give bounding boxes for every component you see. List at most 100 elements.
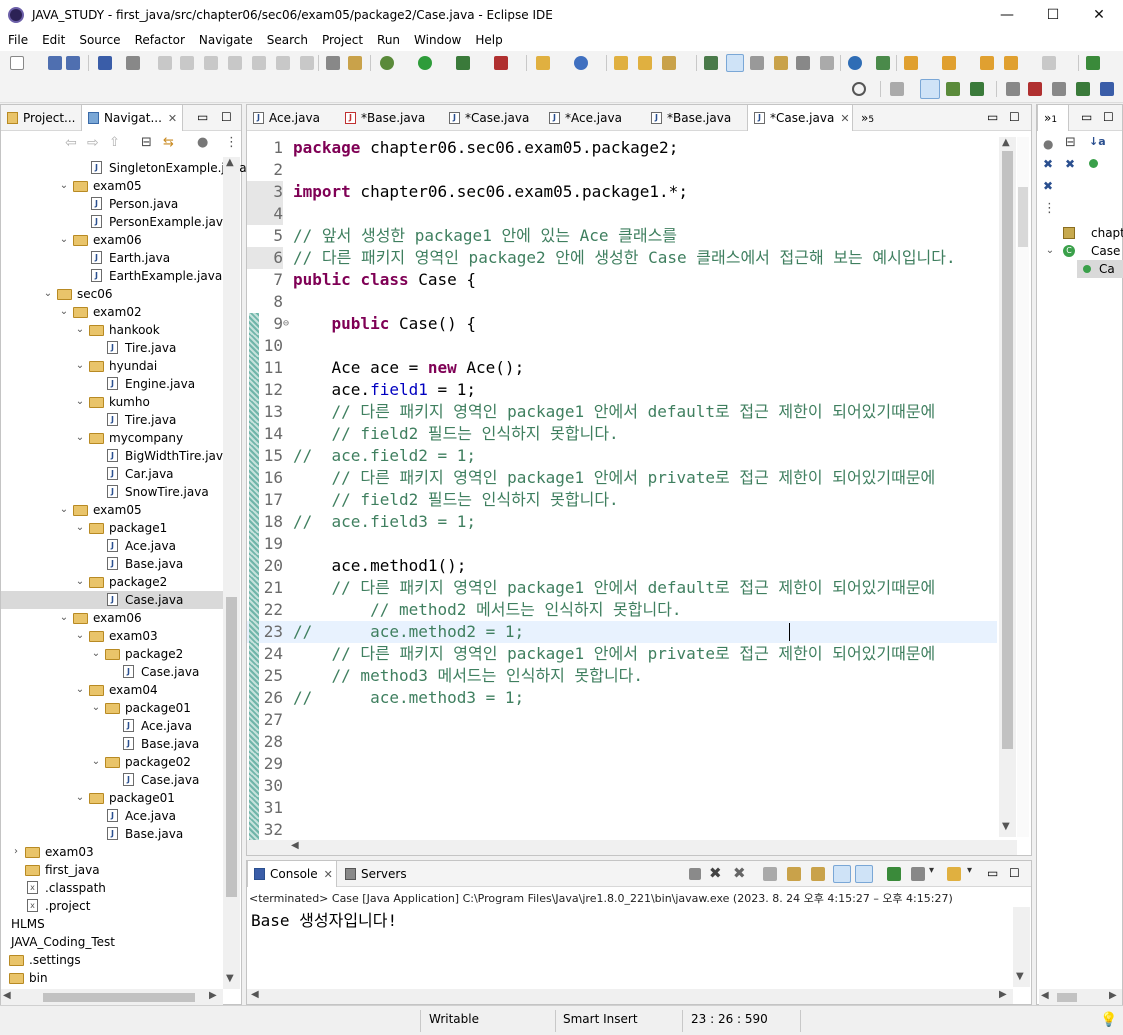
menu-run[interactable]: Run <box>369 31 406 47</box>
tab-navigator[interactable]: Navigat... ✕ <box>81 105 183 131</box>
task-list-icon[interactable] <box>1028 82 1042 96</box>
step-return-icon[interactable] <box>300 56 314 70</box>
maximize-view-icon[interactable]: ☐ <box>1009 866 1020 880</box>
code-line[interactable]: 4 <box>247 203 997 225</box>
tree-folder[interactable]: bin <box>1 969 223 987</box>
tree-folder[interactable]: ⌄ mycompany <box>1 429 223 447</box>
terminate-icon[interactable] <box>204 56 218 70</box>
block-selection-icon[interactable] <box>750 56 764 70</box>
close-icon[interactable]: ✕ <box>168 106 177 132</box>
tab-servers[interactable]: Servers <box>339 861 409 887</box>
up-icon[interactable]: ⇧ <box>109 135 120 150</box>
chevron-right-icon[interactable]: › <box>11 843 21 861</box>
outline-scroll-thumb[interactable] <box>1057 993 1077 1002</box>
tree-folder[interactable]: › exam03 <box>1 843 223 861</box>
maximize-view-icon[interactable]: ☐ <box>221 110 232 124</box>
toggle-mark-occurrences-icon[interactable] <box>704 56 718 70</box>
code-line[interactable]: 14 // field2 필드는 인식하지 못합니다. <box>247 423 997 445</box>
collapse-all-icon[interactable]: ⊟ <box>1065 135 1076 150</box>
editor-scroll-thumb[interactable] <box>1002 151 1013 749</box>
tree-folder[interactable]: ⌄ hankook <box>1 321 223 339</box>
tree-file[interactable]: J BigWidthTire.java <box>1 447 230 465</box>
scroll-left-icon[interactable]: ◀ <box>1041 990 1049 1001</box>
tree-file[interactable]: J Car.java <box>1 465 223 483</box>
skip-breakpoints-icon[interactable] <box>126 56 140 70</box>
search-icon[interactable] <box>662 56 676 70</box>
show-on-stdout-icon[interactable] <box>833 865 851 883</box>
scroll-left-icon[interactable]: ◀ <box>3 990 11 1001</box>
tree-folder[interactable]: ⌄ hyundai <box>1 357 223 375</box>
chevron-down-icon[interactable]: ⌄ <box>91 699 101 717</box>
chevron-down-icon[interactable]: ⌄ <box>75 627 85 645</box>
pin-console-icon[interactable] <box>887 867 901 881</box>
terminal-icon[interactable] <box>98 56 112 70</box>
chevron-down-icon[interactable]: ⌄ <box>75 681 85 699</box>
remove-all-launches-icon[interactable]: ✖ <box>733 864 746 882</box>
chevron-down-icon[interactable]: ▾ <box>929 865 934 876</box>
hide-local-types-icon[interactable]: ✖ <box>1043 179 1053 193</box>
scroll-left-icon[interactable]: ◀ <box>251 989 259 1000</box>
back-icon[interactable] <box>1004 56 1018 70</box>
save-icon[interactable] <box>48 56 62 70</box>
clear-console-icon[interactable] <box>763 867 777 881</box>
code-line[interactable]: 28 <box>247 731 997 753</box>
minimize-view-icon[interactable]: ▭ <box>1081 110 1092 124</box>
use-step-filters-icon[interactable] <box>326 56 340 70</box>
debug-icon[interactable] <box>380 56 394 70</box>
tree-file[interactable]: J SingletonExample.java <box>1 159 247 177</box>
code-line[interactable]: 8 <box>247 291 997 313</box>
code-line[interactable]: 22 // method2 메서드는 인식하지 못합니다. <box>247 599 997 621</box>
view-menu-icon[interactable]: ⋮ <box>225 135 238 150</box>
editor-horizontal-scrollbar[interactable]: ◀ <box>247 840 1017 855</box>
maximize-button[interactable]: ☐ <box>1030 0 1076 31</box>
code-line[interactable]: 31 <box>247 797 997 819</box>
restore-icon[interactable] <box>1006 82 1020 96</box>
tree-file[interactable]: J Engine.java <box>1 375 223 393</box>
tree-folder[interactable]: ⌄ package01 <box>1 699 223 717</box>
tree-folder[interactable]: ⌄ package1 <box>1 519 223 537</box>
scroll-down-icon[interactable]: ▼ <box>1002 821 1010 832</box>
tree-file[interactable]: J Case.java <box>1 771 223 789</box>
tree-folder[interactable]: ⌄ exam03 <box>1 627 223 645</box>
code-line[interactable]: 23 // ace.method2 = 1; <box>247 621 997 643</box>
minimize-view-icon[interactable]: ▭ <box>197 110 208 124</box>
minimize-view-icon[interactable]: ▭ <box>987 110 998 124</box>
outline-icon[interactable] <box>1052 82 1066 96</box>
tree-folder[interactable]: ⌄ exam02 <box>1 303 223 321</box>
code-line[interactable]: 6 // 다른 패키지 영역인 package2 안에 생성한 Case 클래스에… <box>247 247 997 269</box>
suspend-icon[interactable] <box>180 56 194 70</box>
open-console-icon[interactable] <box>947 867 961 881</box>
tree-folder[interactable]: ⌄ kumho <box>1 393 223 411</box>
chevron-down-icon[interactable]: ⌄ <box>43 285 53 303</box>
tree-folder[interactable]: ⌄ package2 <box>1 573 223 591</box>
tree-file[interactable]: J SnowTire.java <box>1 483 223 501</box>
code-line[interactable]: 12 ace.field1 = 1; <box>247 379 997 401</box>
terminate-icon[interactable] <box>689 868 701 880</box>
code-line[interactable]: 2 <box>247 159 997 181</box>
scroll-lock-icon[interactable] <box>787 867 801 881</box>
tree-scroll-thumb[interactable] <box>226 597 237 897</box>
lightbulb-icon[interactable]: 💡 <box>1100 1012 1117 1028</box>
tab-project-explorer[interactable]: Project... <box>1 105 79 131</box>
code-line[interactable]: 1 package chapter06.sec06.exam05.package2… <box>247 137 997 159</box>
status-insert-mode[interactable]: Smart Insert <box>563 1012 638 1026</box>
chevron-down-icon[interactable]: ⌄ <box>59 177 69 195</box>
tree-horizontal-scrollbar[interactable]: ◀ ▶ <box>1 989 223 1005</box>
scroll-left-icon[interactable]: ◀ <box>291 840 299 851</box>
hide-fields-icon[interactable]: ● <box>1043 137 1053 151</box>
next-annotation-icon[interactable] <box>904 56 918 70</box>
scroll-up-icon[interactable]: ▲ <box>226 157 234 168</box>
display-console-icon[interactable] <box>911 867 925 881</box>
tree-file[interactable]: JAVA_Coding_Test <box>1 933 223 951</box>
editor-tab[interactable]: J *Ace.java <box>543 105 643 131</box>
tree-folder[interactable]: first_java <box>1 861 223 879</box>
editor-tab[interactable]: J *Base.java <box>645 105 745 131</box>
code-line[interactable]: 21 // 다른 패키지 영역인 package1 안에서 default로 접… <box>247 577 997 599</box>
tab-console[interactable]: Console ✕ <box>247 861 337 887</box>
public-members-icon[interactable] <box>1089 159 1098 168</box>
show-on-stderr-icon[interactable] <box>855 865 873 883</box>
show-whitespace-icon[interactable] <box>774 56 788 70</box>
status-cursor-position[interactable]: 23 : 26 : 590 <box>691 1012 768 1026</box>
drop-to-frame-icon[interactable] <box>348 56 362 70</box>
chevron-down-icon[interactable]: ⌄ <box>59 501 69 519</box>
